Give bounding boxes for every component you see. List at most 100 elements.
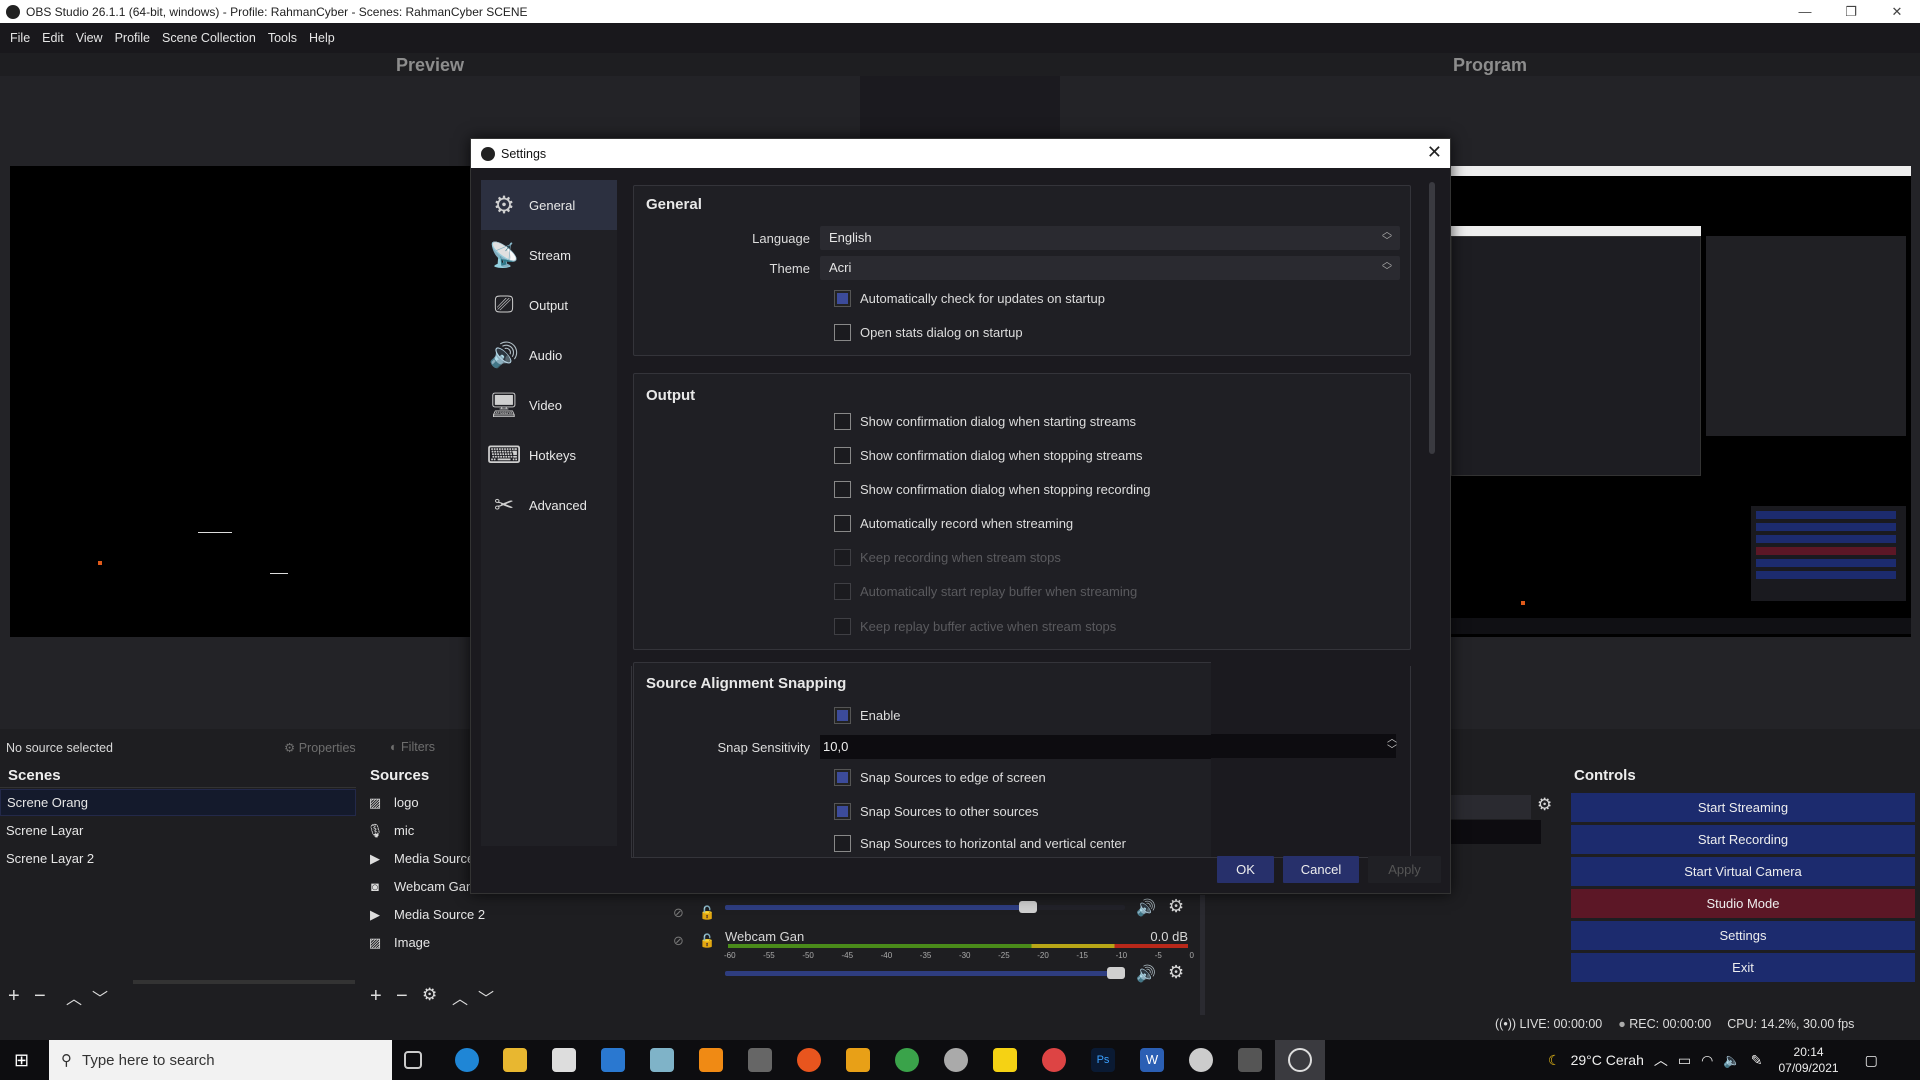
move-source-up-icon[interactable]: ︿ [452,985,468,1009]
sidebar-item-hotkeys[interactable]: ⌨ Hotkeys [481,430,617,480]
volume-slider[interactable] [725,901,1125,913]
snap-sensitivity-input-tail[interactable] [1211,734,1396,758]
spin-arrows-icon[interactable]: ︿ ﹀ [1387,734,1397,756]
snap-edge-checkbox[interactable]: Snap Sources to edge of screen [834,769,1046,786]
move-scene-up-icon[interactable]: ︿ [66,985,82,1009]
visibility-icon[interactable]: ⊘ [673,933,684,949]
close-window-button[interactable]: ✕ [1874,0,1920,23]
move-source-down-icon[interactable]: ﹀ [478,985,494,1009]
meter-tick: -35 [919,951,932,960]
settings-scrollbar[interactable] [1429,182,1435,454]
volume-icon[interactable]: 🔈 [1723,1052,1740,1069]
chrome-icon[interactable] [895,1048,919,1072]
scene-item[interactable]: Screne Layar 2 [0,845,356,872]
clapper-icon[interactable] [748,1048,772,1072]
app-icon[interactable] [944,1048,968,1072]
scene-item[interactable]: Screne Orang [0,789,356,816]
start-streaming-button[interactable]: Start Streaming [1571,793,1915,822]
menu-help[interactable]: Help [309,31,335,45]
menu-file[interactable]: File [10,31,30,45]
menu-edit[interactable]: Edit [42,31,64,45]
snap-enable-checkbox[interactable]: Enable [834,707,900,724]
transition-gear-icon[interactable]: ⚙ [1537,795,1552,815]
remove-scene-icon[interactable]: − [34,985,46,1008]
properties-button[interactable]: ⚙ Properties [284,740,356,755]
filters-button[interactable]: ◐ Filters [390,740,435,754]
close-icon[interactable]: ✕ [1427,142,1442,163]
obs-logo-icon [1288,1048,1312,1072]
menu-tools[interactable]: Tools [268,31,297,45]
calculator-icon[interactable] [1238,1048,1262,1072]
meet-icon[interactable]: ▭ [1678,1052,1691,1069]
snap-other-sources-checkbox[interactable]: Snap Sources to other sources [834,803,1039,820]
sidebar-item-audio[interactable]: 🔊 Audio [481,330,617,380]
remove-source-icon[interactable]: − [396,985,408,1008]
weather-text[interactable]: 29°C Cerah [1571,1052,1644,1068]
start-recording-button[interactable]: Start Recording [1571,825,1915,854]
tray-chevron-icon[interactable]: ︿ [1654,1050,1668,1070]
menu-scene-collection[interactable]: Scene Collection [162,31,256,45]
task-view-icon[interactable] [404,1051,422,1069]
mixer-scrollbar[interactable] [1200,895,1205,1015]
menu-profile[interactable]: Profile [115,31,150,45]
obs-logo-icon [6,4,20,19]
studio-mode-button[interactable]: Studio Mode [1571,889,1915,918]
app-icon[interactable] [1189,1048,1213,1072]
sidebar-item-video[interactable]: 🖥 Video [481,380,617,430]
exit-button[interactable]: Exit [1571,953,1915,982]
media-player-icon[interactable] [846,1048,870,1072]
start-virtual-camera-button[interactable]: Start Virtual Camera [1571,857,1915,886]
minimize-button[interactable]: — [1782,0,1828,23]
volume-slider-webcam[interactable] [725,967,1125,979]
volume-meter [728,944,1188,948]
transition-duration[interactable] [1451,820,1541,844]
clock[interactable]: 20:14 07/09/2021 [1779,1044,1839,1076]
edge-browser-icon[interactable] [455,1048,479,1072]
sidebar-item-general[interactable]: ⚙ General [481,180,617,230]
mute-speaker-icon[interactable]: 🔊 [1136,964,1156,984]
vlc-icon[interactable] [699,1048,723,1072]
source-item[interactable]: ▶ Media Source 2 [360,901,660,928]
firefox-icon[interactable] [797,1048,821,1072]
chrome-icon[interactable] [1042,1048,1066,1072]
move-scene-down-icon[interactable]: ﹀ [92,985,108,1009]
obs-taskbar-button[interactable] [1275,1040,1325,1080]
sidebar-item-advanced[interactable]: ✂ Advanced [481,480,617,530]
ok-button[interactable]: OK [1217,856,1274,883]
notification-icon[interactable]: ▢ [1865,1052,1878,1069]
file-explorer-icon[interactable] [503,1048,527,1072]
transition-select[interactable] [1451,795,1531,819]
photoshop-icon[interactable]: Ps [1091,1048,1115,1072]
sticky-notes-icon[interactable] [993,1048,1017,1072]
mail-icon[interactable] [601,1048,625,1072]
apply-button[interactable]: Apply [1368,856,1441,883]
add-source-icon[interactable]: + [370,985,382,1008]
audio-settings-gear-icon[interactable]: ⚙ [1168,962,1184,983]
scene-item[interactable]: Screne Layar [0,817,356,844]
menu-view[interactable]: View [76,31,103,45]
app-icon[interactable] [650,1048,674,1072]
add-scene-icon[interactable]: + [8,985,20,1008]
source-label: Webcam Gan [394,879,474,894]
settings-button[interactable]: Settings [1571,921,1915,950]
store-icon[interactable] [552,1048,576,1072]
mute-speaker-icon[interactable]: 🔊 [1136,898,1156,918]
maximize-button[interactable]: ❐ [1828,0,1874,23]
cancel-button[interactable]: Cancel [1283,856,1359,883]
audio-settings-gear-icon[interactable]: ⚙ [1168,896,1184,917]
wifi-icon[interactable]: ◠ [1701,1052,1713,1069]
lock-icon[interactable]: 🔓 [699,933,715,949]
visibility-icon[interactable]: ⊘ [673,905,684,921]
snap-sensitivity-input[interactable]: 10,0 [820,735,1211,759]
sidebar-item-stream[interactable]: 📡 Stream [481,230,617,280]
scenes-scrollbar[interactable] [133,980,355,984]
pen-icon[interactable]: ✎ [1751,1052,1763,1069]
source-item[interactable]: ▨ Image [360,929,660,956]
word-icon[interactable]: W [1140,1048,1164,1072]
sidebar-item-output[interactable]: ⎚ Output [481,280,617,330]
snap-center-checkbox[interactable]: Snap Sources to horizontal and vertical … [834,835,1126,852]
lock-icon[interactable]: 🔓 [699,905,715,921]
source-properties-icon[interactable]: ⚙ [422,985,437,1005]
windows-start-icon[interactable]: ⊞ [14,1050,29,1071]
taskbar-search[interactable]: ⚲ Type here to search [49,1040,392,1080]
